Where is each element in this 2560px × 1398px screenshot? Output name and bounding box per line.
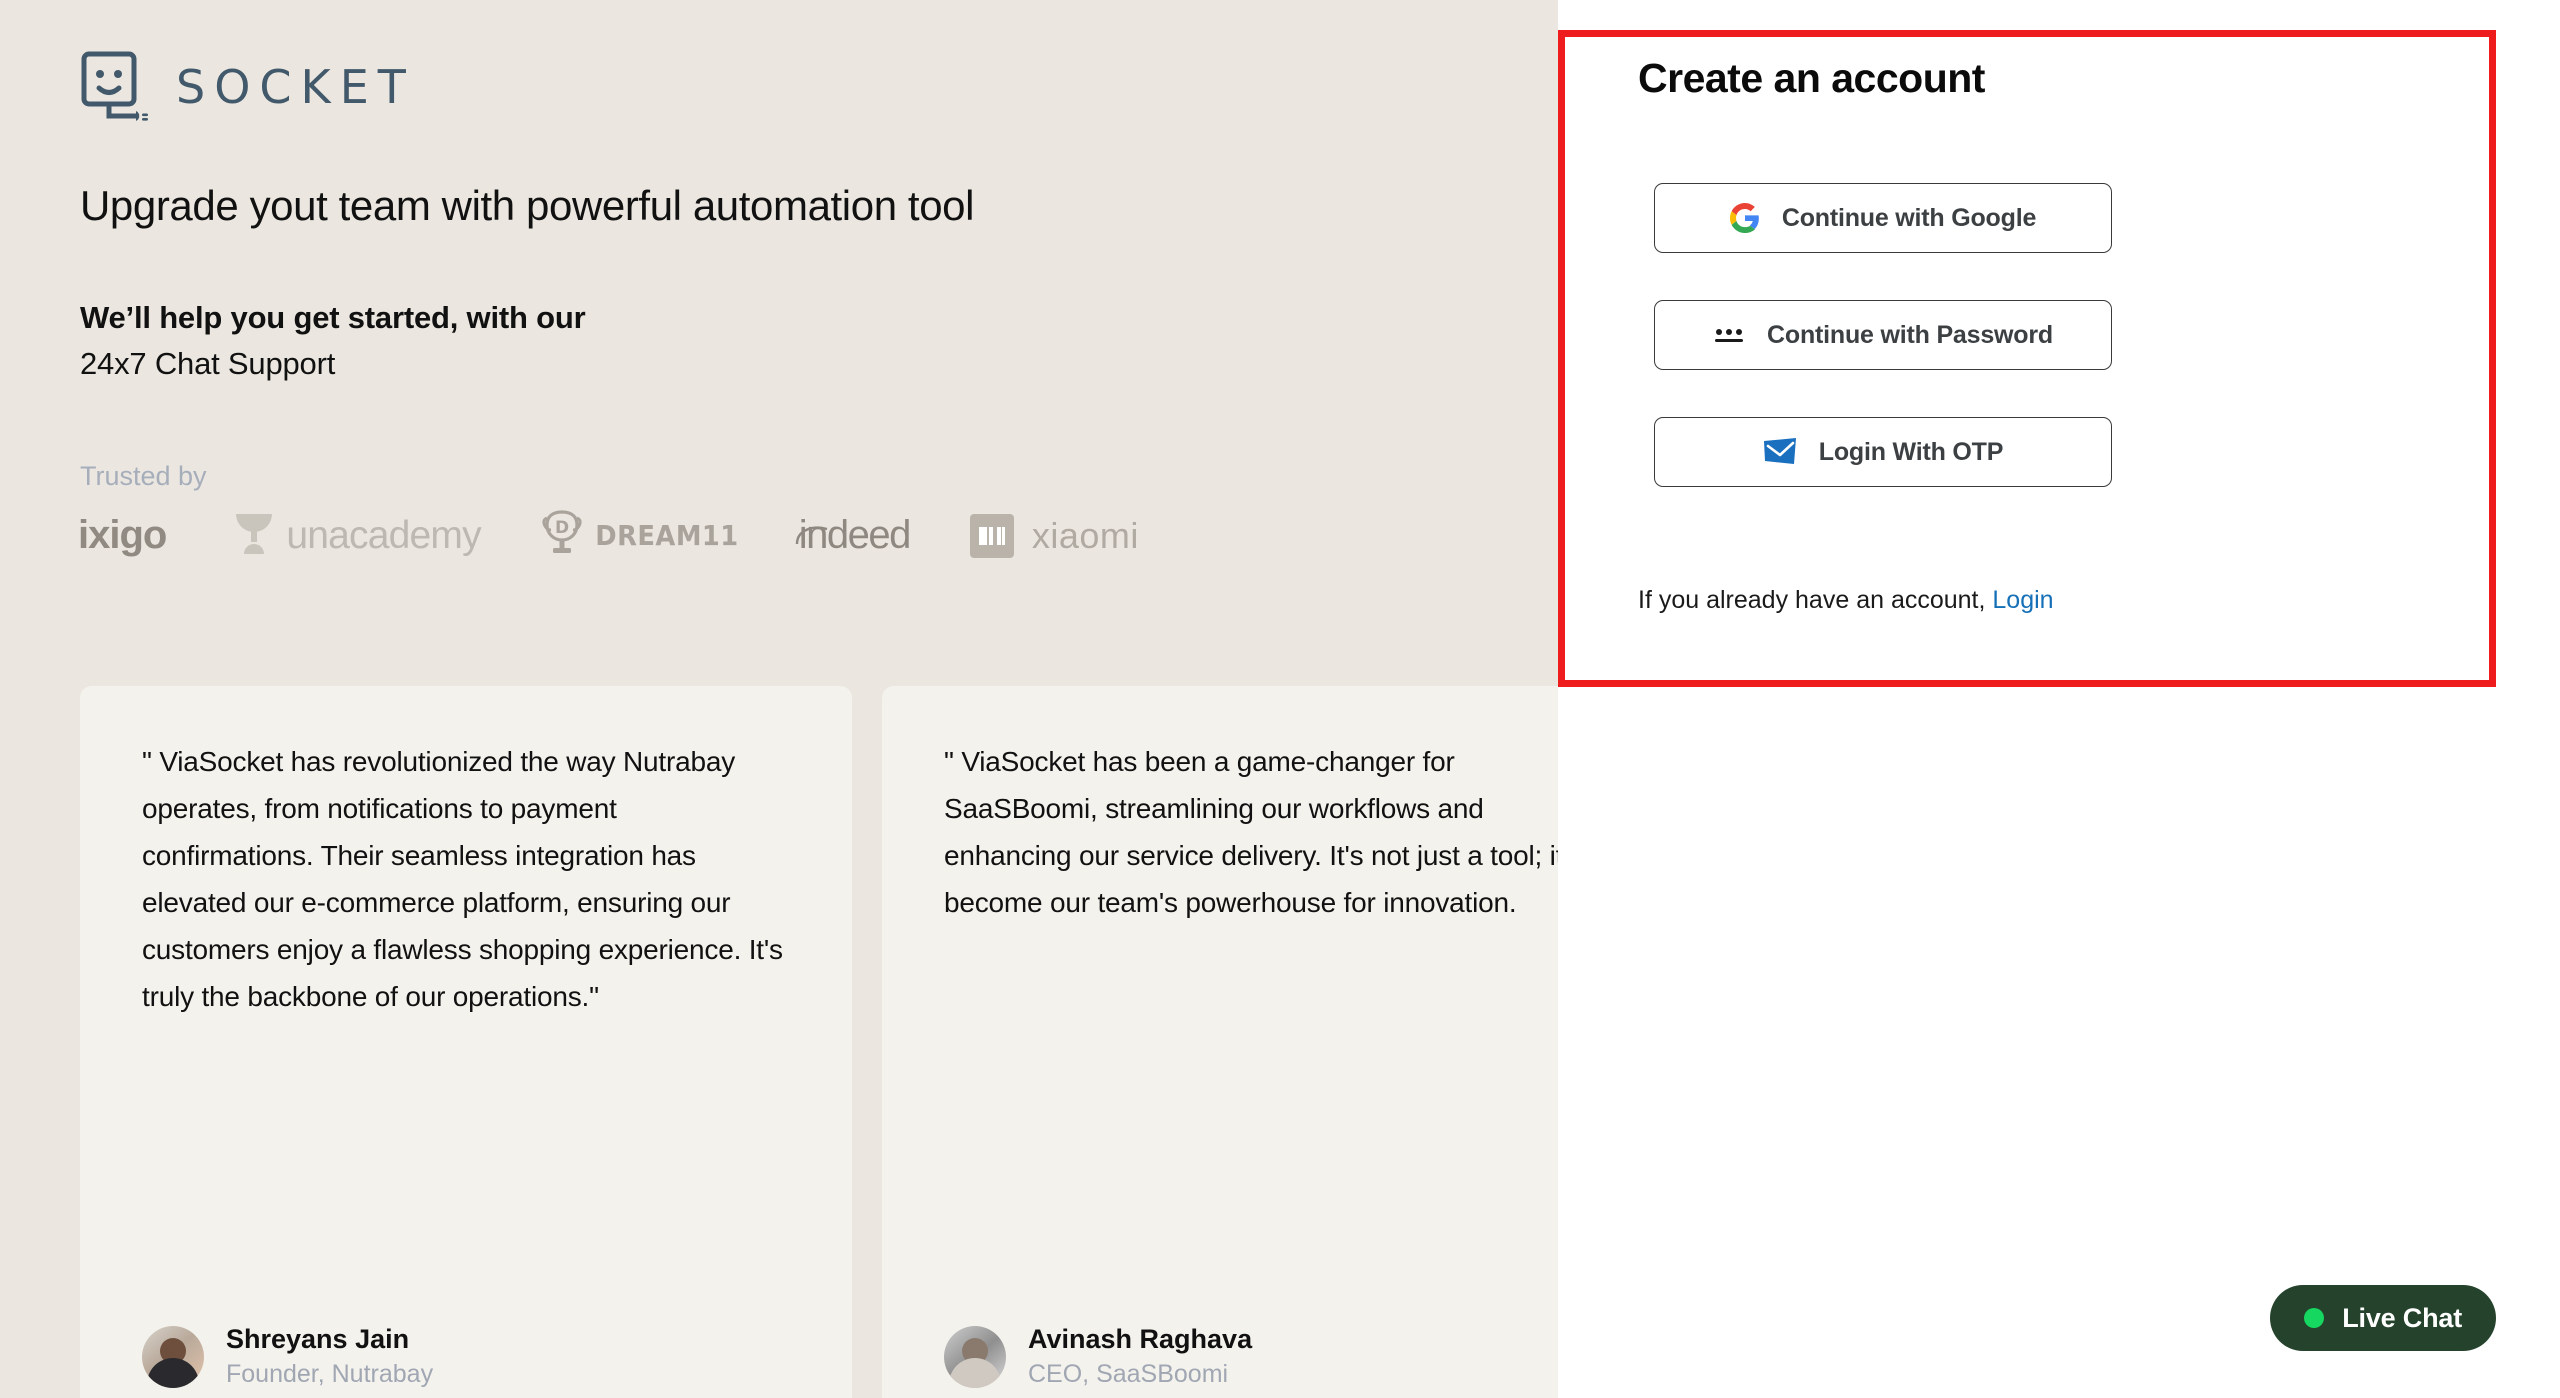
trusted-by-label: Trusted by <box>80 461 207 491</box>
continue-with-password-label: Continue with Password <box>1767 320 2053 349</box>
trophy-badge-icon: D <box>541 510 583 561</box>
testimonial-quote: " ViaSocket has revolutionized the way N… <box>142 746 783 1013</box>
continue-with-password-button[interactable]: Continue with Password <box>1654 300 2112 370</box>
avatar <box>944 1325 1006 1388</box>
mail-envelope-icon <box>1763 437 1797 467</box>
brand-wordmark: SOCKET <box>176 60 415 114</box>
live-chat-label: Live Chat <box>2342 1302 2462 1333</box>
password-dots-icon <box>1713 324 1745 346</box>
author-name: Avinash Raghava <box>1028 1324 1253 1354</box>
trusted-logo-strip: ixigo unacademy D DREAM11 indeed xiaomi <box>78 510 1139 561</box>
marketing-panel: SOCKET Upgrade yout team with powerful a… <box>0 0 1558 1398</box>
logo-indeed: indeed <box>795 513 912 558</box>
brand-logo[interactable]: SOCKET <box>80 50 415 124</box>
live-chat-button[interactable]: Live Chat <box>2270 1285 2496 1351</box>
svg-text:D: D <box>555 518 569 538</box>
online-status-dot-icon <box>2304 1308 2325 1328</box>
logo-indeed-text: indeed <box>798 513 912 557</box>
logo-xiaomi-text: xiaomi <box>1031 514 1139 556</box>
author-role: Founder, Nutrabay <box>226 1359 434 1388</box>
subheading-strong: We’ll help you get started, with our <box>80 300 586 335</box>
page-headline: Upgrade yout team with powerful automati… <box>80 182 975 229</box>
testimonial-author: Avinash Raghava CEO, SaaSBoomi <box>944 1323 1252 1390</box>
login-with-otp-button[interactable]: Login With OTP <box>1654 417 2112 487</box>
login-link[interactable]: Login <box>1992 586 2053 614</box>
continue-with-google-button[interactable]: Continue with Google <box>1654 183 2112 253</box>
mi-box-icon <box>969 513 1014 558</box>
testimonial-author: Shreyans Jain Founder, Nutrabay <box>142 1323 433 1390</box>
testimonial-card: " ViaSocket has revolutionized the way N… <box>80 686 852 1398</box>
existing-account-line: If you already have an account, Login <box>1638 586 2054 615</box>
subheading-secondary: 24x7 Chat Support <box>80 345 336 381</box>
author-role: CEO, SaaSBoomi <box>1028 1359 1229 1388</box>
socket-face-plug-icon <box>80 50 154 124</box>
logo-ixigo: ixigo <box>78 513 167 558</box>
logo-xiaomi: xiaomi <box>969 513 1139 558</box>
logo-dream11: D DREAM11 <box>541 510 745 561</box>
existing-account-text: If you already have an account, <box>1638 586 1986 614</box>
continue-with-google-label: Continue with Google <box>1781 203 2037 232</box>
author-name: Shreyans Jain <box>226 1324 410 1354</box>
login-with-otp-label: Login With OTP <box>1818 437 2004 466</box>
google-g-icon <box>1729 203 1760 233</box>
testimonial-card: " ViaSocket has been a game-changer for … <box>882 686 1558 1398</box>
trophy-cup-icon <box>232 510 276 561</box>
avatar <box>142 1325 204 1388</box>
logo-dream11-text: DREAM11 <box>595 519 739 552</box>
testimonial-quote: " ViaSocket has been a game-changer for … <box>944 746 1558 919</box>
logo-ixigo-text: ixigo <box>78 513 167 557</box>
subheading-block: We’ll help you get started, with our 24x… <box>80 300 586 382</box>
logo-unacademy-text: unacademy <box>286 513 481 557</box>
auth-panel-title: Create an account <box>1638 55 1985 101</box>
logo-unacademy: unacademy <box>232 510 482 561</box>
